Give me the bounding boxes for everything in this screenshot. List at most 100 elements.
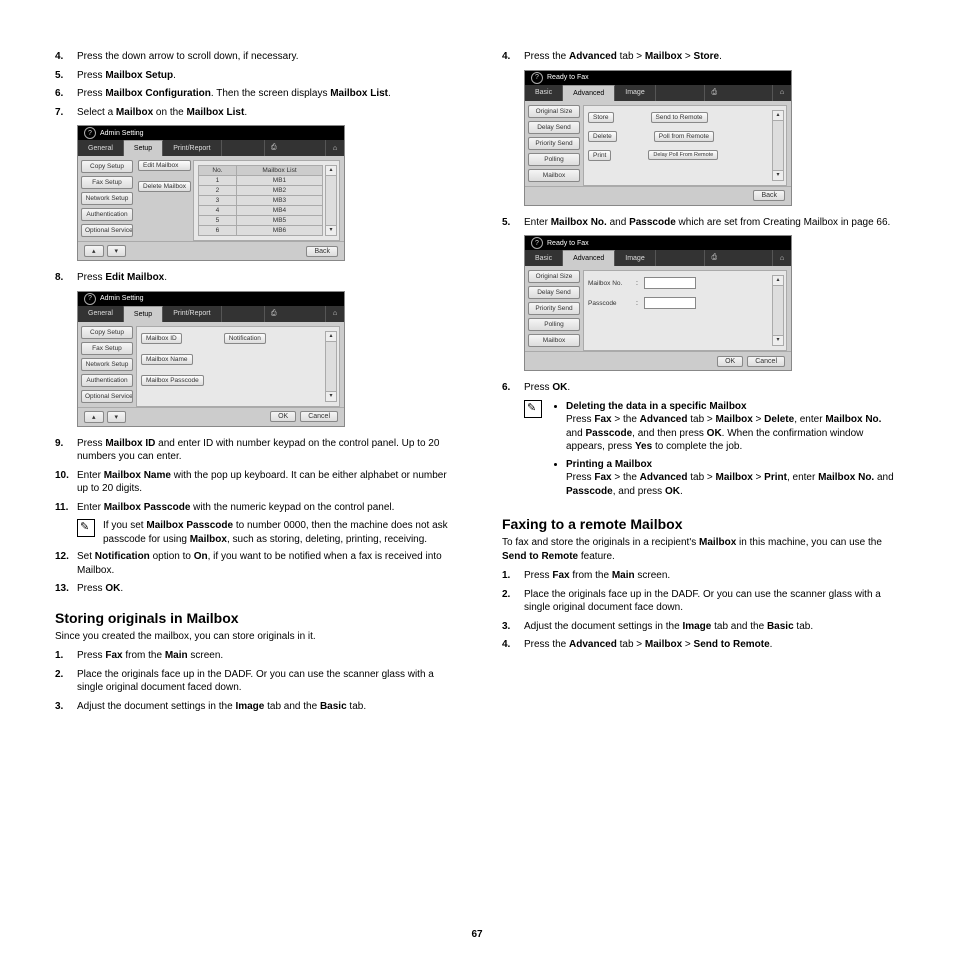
edit-mailbox-button[interactable]: Edit Mailbox (138, 160, 191, 171)
sidebar-optional-service[interactable]: Optional Service (81, 390, 133, 403)
login-icon[interactable]: ⎙ (264, 306, 283, 322)
poll-from-remote-button[interactable]: Poll from Remote (654, 131, 714, 142)
store-button[interactable]: Store (588, 112, 614, 123)
mailbox-table: No.Mailbox List 1MB1 2MB2 3MB3 4MB4 5MB5… (198, 165, 323, 236)
sidebar-authentication[interactable]: Authentication (81, 374, 133, 387)
step-d1: 1.Press Fax from the Main screen. (55, 649, 452, 663)
table-row[interactable]: 2MB2 (199, 186, 323, 196)
step-e3: 3.Adjust the document settings in the Im… (502, 620, 899, 634)
sidebar-optional-service[interactable]: Optional Service (81, 224, 133, 237)
note-icon (524, 400, 542, 418)
tab-image[interactable]: Image (615, 250, 655, 266)
back-button[interactable]: Back (753, 190, 785, 201)
note-passcode: If you set Mailbox Passcode to number 00… (77, 519, 452, 546)
sidebar-fax-setup[interactable]: Fax Setup (81, 342, 133, 355)
step-5: 5.Press Mailbox Setup. (55, 69, 452, 83)
login-icon[interactable]: ⎙ (704, 250, 723, 266)
table-row[interactable]: 1MB1 (199, 176, 323, 186)
passcode-input[interactable] (644, 297, 696, 309)
send-to-remote-button[interactable]: Send to Remote (651, 112, 708, 123)
mailbox-no-input[interactable] (644, 277, 696, 289)
tab-basic[interactable]: Basic (525, 250, 563, 266)
delete-mailbox-button[interactable]: Delete Mailbox (138, 181, 191, 192)
page: 4.Press the down arrow to scroll down, i… (0, 0, 954, 954)
delete-button[interactable]: Delete (588, 131, 617, 142)
nav-up[interactable]: ▴ (84, 411, 104, 423)
nav-down[interactable]: ▾ (107, 411, 127, 423)
home-icon[interactable]: ⌂ (772, 85, 791, 101)
intro-faxing-remote: To fax and store the originals in a reci… (502, 536, 899, 563)
sidebar-network-setup[interactable]: Network Setup (81, 192, 133, 205)
tab-general[interactable]: General (78, 140, 124, 156)
nav-down[interactable]: ▾ (107, 245, 127, 257)
tab-advanced[interactable]: Advanced (563, 85, 615, 101)
step-e4: 4.Press the Advanced tab > Mailbox > Sen… (502, 638, 899, 652)
ok-button[interactable]: OK (717, 356, 743, 367)
sidebar-polling[interactable]: Polling (528, 153, 580, 166)
screenshot-fax-store: ?Ready to Fax Basic Advanced Image ⎙ ⌂ O… (524, 70, 792, 206)
login-icon[interactable]: ⎙ (704, 85, 723, 101)
note-icon (77, 519, 95, 537)
mailbox-id-button[interactable]: Mailbox ID (141, 333, 182, 344)
scrollbar[interactable]: ▴▾ (772, 275, 784, 346)
table-row[interactable]: 6MB6 (199, 226, 323, 236)
sidebar-delay-send[interactable]: Delay Send (528, 286, 580, 299)
tab-setup[interactable]: Setup (124, 306, 163, 322)
home-icon[interactable]: ⌂ (325, 306, 344, 322)
note-actions: Deleting the data in a specific MailboxP… (524, 400, 899, 503)
step-12: 12.Set Notification option to On, if you… (55, 550, 452, 577)
mailbox-name-button[interactable]: Mailbox Name (141, 354, 193, 365)
print-button[interactable]: Print (588, 150, 611, 161)
sidebar-priority-send[interactable]: Priority Send (528, 302, 580, 315)
login-icon[interactable]: ⎙ (264, 140, 283, 156)
tab-general[interactable]: General (78, 306, 124, 322)
help-icon[interactable]: ? (84, 293, 96, 305)
sidebar-mailbox[interactable]: Mailbox (528, 169, 580, 182)
cancel-button[interactable]: Cancel (300, 411, 338, 422)
tab-setup[interactable]: Setup (124, 140, 163, 156)
sidebar-fax-setup[interactable]: Fax Setup (81, 176, 133, 189)
home-icon[interactable]: ⌂ (325, 140, 344, 156)
step-e1: 1.Press Fax from the Main screen. (502, 569, 899, 583)
scrollbar[interactable]: ▴▾ (325, 165, 337, 236)
back-button[interactable]: Back (306, 246, 338, 257)
tab-advanced[interactable]: Advanced (563, 250, 615, 266)
sidebar-network-setup[interactable]: Network Setup (81, 358, 133, 371)
tab-image[interactable]: Image (615, 85, 655, 101)
step-7: 7.Select a Mailbox on the Mailbox List. (55, 106, 452, 120)
nav-up[interactable]: ▴ (84, 245, 104, 257)
table-row[interactable]: 5MB5 (199, 216, 323, 226)
cancel-button[interactable]: Cancel (747, 356, 785, 367)
sidebar-original-size[interactable]: Original Size (528, 270, 580, 283)
home-icon[interactable]: ⌂ (772, 250, 791, 266)
notification-button[interactable]: Notification (224, 333, 266, 344)
window-titlebar: ?Admin Setting (78, 126, 344, 140)
tab-print-report[interactable]: Print/Report (163, 306, 221, 322)
mailbox-passcode-button[interactable]: Mailbox Passcode (141, 375, 204, 386)
left-column: 4.Press the down arrow to scroll down, i… (55, 50, 452, 934)
help-icon[interactable]: ? (531, 72, 543, 84)
sidebar-copy-setup[interactable]: Copy Setup (81, 326, 133, 339)
scrollbar[interactable]: ▴▾ (325, 331, 337, 402)
ok-button[interactable]: OK (270, 411, 296, 422)
sidebar-delay-send[interactable]: Delay Send (528, 121, 580, 134)
help-icon[interactable]: ? (84, 127, 96, 139)
delay-poll-from-remote-button[interactable]: Delay Poll From Remote (648, 150, 718, 160)
help-icon[interactable]: ? (531, 237, 543, 249)
step-9: 9.Press Mailbox ID and enter ID with num… (55, 437, 452, 464)
step-4: 4.Press the down arrow to scroll down, i… (55, 50, 452, 64)
page-number: 67 (0, 929, 954, 940)
table-row[interactable]: 3MB3 (199, 196, 323, 206)
sidebar-original-size[interactable]: Original Size (528, 105, 580, 118)
heading-faxing-remote: Faxing to a remote Mailbox (502, 516, 899, 532)
sidebar-authentication[interactable]: Authentication (81, 208, 133, 221)
heading-storing: Storing originals in Mailbox (55, 610, 452, 626)
sidebar-copy-setup[interactable]: Copy Setup (81, 160, 133, 173)
tab-print-report[interactable]: Print/Report (163, 140, 221, 156)
sidebar-polling[interactable]: Polling (528, 318, 580, 331)
tab-basic[interactable]: Basic (525, 85, 563, 101)
table-row[interactable]: 4MB4 (199, 206, 323, 216)
sidebar-mailbox[interactable]: Mailbox (528, 334, 580, 347)
scrollbar[interactable]: ▴▾ (772, 110, 784, 181)
sidebar-priority-send[interactable]: Priority Send (528, 137, 580, 150)
